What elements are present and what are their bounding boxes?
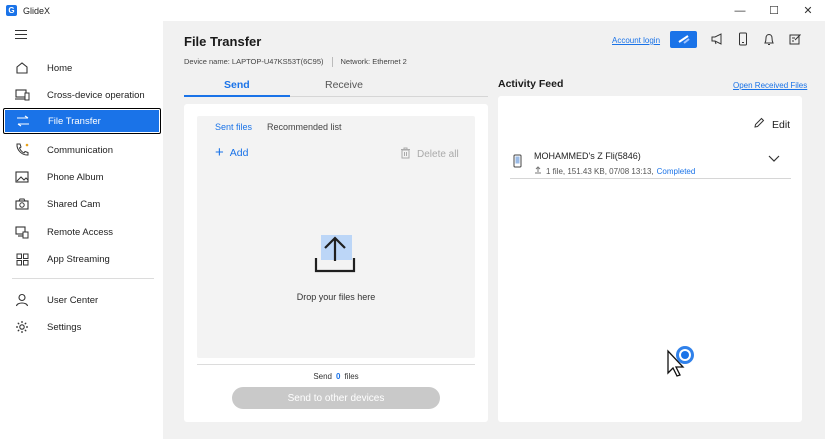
app-title: GlideX <box>23 5 51 16</box>
main-content: File Transfer Device name: LAPTOP-U47KS5… <box>163 21 825 439</box>
maximize-button[interactable]: ☐ <box>757 0 791 21</box>
transfer-details: 1 file, 151.43 KB, 07/08 13:13, <box>546 166 654 176</box>
sidebar-item-label: Home <box>47 62 73 74</box>
device-name-label: MOHAMMED's Z Fli(5846) <box>534 151 641 161</box>
sidebar-item-user-center[interactable]: User Center <box>0 287 163 313</box>
title-bar: G GlideX — ☐ ✕ <box>0 0 825 21</box>
mouse-cursor-icon <box>665 343 697 379</box>
delete-all-label: Delete all <box>417 149 459 160</box>
transfer-meta: 1 file, 151.43 KB, 07/08 13:13, Complete… <box>534 166 695 176</box>
send-to-other-devices-button[interactable]: Send to other devices <box>232 387 440 409</box>
tab-receive[interactable]: Receive <box>325 79 363 91</box>
page-title: File Transfer <box>184 34 262 49</box>
device-name: Device name: LAPTOP-U47KS53T(6C95) <box>184 57 324 66</box>
activity-feed-panel: Edit MOHAMMED's Z Fli(5846) 1 file, 151.… <box>498 96 802 422</box>
sidebar-divider <box>12 278 154 279</box>
home-icon <box>14 60 30 76</box>
account-login-button[interactable] <box>670 31 697 48</box>
sidebar-item-cross-device[interactable]: Cross-device operation <box>0 82 163 108</box>
edit-button[interactable]: Edit <box>753 117 790 132</box>
active-tab-indicator <box>184 95 290 97</box>
grid-icon <box>14 251 30 267</box>
subtab-sent-files[interactable]: Sent files <box>215 122 252 132</box>
sidebar-item-remote-access[interactable]: Remote Access <box>0 219 163 245</box>
sidebar-item-label: Phone Album <box>47 171 104 183</box>
send-panel: Sent files Recommended list + Add Delete… <box>184 104 488 422</box>
bell-icon[interactable] <box>762 32 776 46</box>
sidebar-item-label: Cross-device operation <box>47 89 145 101</box>
window-controls: — ☐ ✕ <box>723 0 825 21</box>
transfer-arrows-icon <box>15 113 31 129</box>
add-button[interactable]: + Add <box>215 144 249 161</box>
upload-arrow-icon <box>534 166 542 176</box>
subtab-recommended-list[interactable]: Recommended list <box>267 122 342 132</box>
mobile-device-icon[interactable] <box>736 32 750 46</box>
sidebar-item-label: App Streaming <box>47 253 110 265</box>
open-received-files-link[interactable]: Open Received Files <box>733 81 807 90</box>
sidebar-item-settings[interactable]: Settings <box>0 314 163 340</box>
file-drop-zone[interactable]: Sent files Recommended list + Add Delete… <box>197 116 475 358</box>
minimize-button[interactable]: — <box>723 0 757 21</box>
tab-send[interactable]: Send <box>224 79 250 91</box>
user-icon <box>14 292 30 308</box>
phone-icon <box>14 142 30 158</box>
phone-device-icon <box>513 154 523 168</box>
drop-files-text: Drop your files here <box>296 292 376 302</box>
send-prefix: Send <box>313 372 332 381</box>
send-divider <box>197 364 475 365</box>
chevron-down-icon[interactable] <box>767 154 781 164</box>
sidebar-item-label: Communication <box>47 144 113 156</box>
hamburger-menu-icon[interactable] <box>15 30 27 40</box>
tab-divider <box>290 96 488 97</box>
upload-icon <box>313 234 357 278</box>
sidebar-item-file-transfer[interactable]: File Transfer <box>3 108 161 134</box>
album-icon <box>14 169 30 185</box>
sidebar-item-shared-cam[interactable]: Shared Cam <box>0 191 163 217</box>
close-button[interactable]: ✕ <box>791 0 825 21</box>
pencil-icon <box>753 117 765 132</box>
plus-icon: + <box>215 144 224 161</box>
sidebar-item-phone-album[interactable]: Phone Album <box>0 164 163 190</box>
activity-feed-title: Activity Feed <box>498 78 564 90</box>
camera-icon <box>14 196 30 212</box>
list-item[interactable]: MOHAMMED's Z Fli(5846) 1 file, 151.43 KB… <box>510 146 791 179</box>
delete-all-button[interactable]: Delete all <box>400 147 459 162</box>
trash-icon <box>400 147 411 162</box>
sidebar-item-label: File Transfer <box>48 115 101 127</box>
sidebar: Home Cross-device operation File Transfe… <box>0 21 163 439</box>
sidebar-item-label: User Center <box>47 294 99 306</box>
sidebar-item-app-streaming[interactable]: App Streaming <box>0 246 163 272</box>
remote-access-icon <box>14 224 30 240</box>
device-info: Device name: LAPTOP-U47KS53T(6C95) Netwo… <box>184 57 407 67</box>
sidebar-item-label: Shared Cam <box>47 198 101 210</box>
sidebar-item-communication[interactable]: Communication <box>0 137 163 163</box>
send-count-number: 0 <box>336 372 341 381</box>
send-count-text: Send 0 files <box>184 372 488 381</box>
status-text: Completed <box>656 166 696 176</box>
edit-label: Edit <box>772 118 791 131</box>
network-info: Network: Ethernet 2 <box>340 57 407 66</box>
sidebar-item-home[interactable]: Home <box>0 55 163 81</box>
send-suffix: files <box>344 372 359 381</box>
megaphone-icon[interactable] <box>710 32 724 46</box>
gear-icon <box>14 319 30 335</box>
sidebar-item-label: Remote Access <box>47 226 113 238</box>
cross-device-icon <box>14 87 30 103</box>
add-label: Add <box>229 147 249 159</box>
feedback-icon[interactable] <box>788 32 802 46</box>
sidebar-item-label: Settings <box>47 321 82 333</box>
app-logo-icon: G <box>6 5 17 16</box>
account-login-link[interactable]: Account login <box>612 36 660 45</box>
